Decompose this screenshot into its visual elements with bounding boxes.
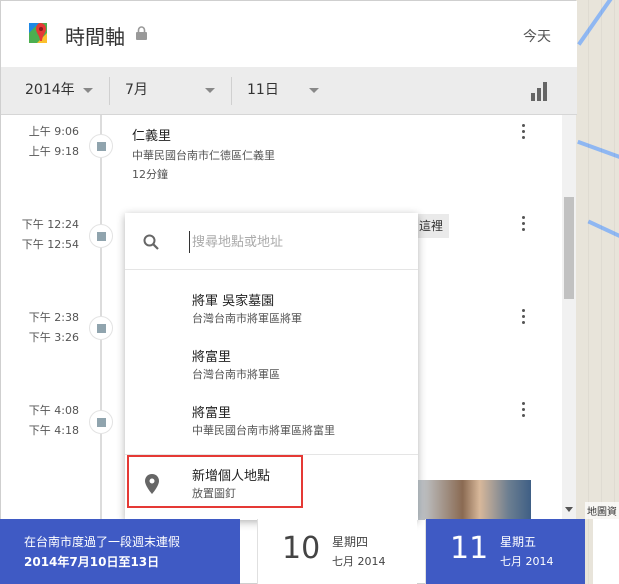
suggestion-title: 將軍 吳家墓園: [192, 294, 275, 309]
suggestion-address: 台灣台南市將軍區: [192, 368, 280, 381]
map-credit: 地圖資: [585, 502, 619, 519]
bar-chart-icon[interactable]: [531, 81, 551, 101]
entry-duration: 12分鐘: [132, 168, 168, 181]
day-month: 七月 2014: [500, 555, 554, 568]
place-node-icon: [89, 224, 113, 248]
chevron-down-icon: [83, 88, 93, 93]
search-input[interactable]: [189, 231, 399, 253]
day-card-selected[interactable]: 11 星期五 七月 2014: [425, 519, 585, 584]
entry-start-time: 下午 4:08: [28, 404, 79, 417]
month-value: 7月: [125, 82, 148, 98]
suggestion-item[interactable]: 將富里 台灣台南市將軍區: [125, 334, 418, 390]
search-row: [125, 213, 418, 270]
trip-description: 在台南市度過了一段週末連假: [24, 535, 181, 549]
scrollbar[interactable]: [562, 115, 576, 520]
place-node-icon: [89, 134, 113, 158]
lock-icon: [136, 26, 147, 40]
header: 時間軸 今天: [1, 1, 577, 67]
search-icon: [143, 234, 159, 250]
suggestion-address: 中華民國台南市將軍區將富里: [192, 424, 335, 437]
photo-thumbnail[interactable]: [417, 480, 531, 520]
entry-end-time: 下午 4:18: [28, 424, 79, 437]
more-options-icon[interactable]: [519, 309, 527, 327]
more-options-icon[interactable]: [519, 124, 527, 142]
today-button[interactable]: 今天: [523, 26, 551, 46]
map-pin-icon: [145, 474, 159, 494]
day-card[interactable]: 10 星期四 七月 2014: [257, 519, 417, 584]
suggestion-item[interactable]: 將軍 吳家墓園 台灣台南市將軍區將軍: [125, 278, 418, 334]
entry-start-time: 下午 12:24: [21, 218, 79, 231]
maps-logo-icon: [29, 23, 47, 43]
timeline-panel: 時間軸 今天 2014年 7月 11日 上午 9:06 上午 9:18 仁義里 …: [0, 0, 577, 584]
add-personal-place-button[interactable]: 新增個人地點 放置圖釘: [125, 455, 418, 513]
trip-summary-card[interactable]: 在台南市度過了一段週末連假 2014年7月10日至13日: [0, 519, 240, 584]
more-options-icon[interactable]: [519, 402, 527, 420]
trip-dates: 2014年7月10日至13日: [24, 555, 160, 569]
chevron-down-icon: [309, 88, 319, 93]
map-view[interactable]: 地圖資: [576, 0, 619, 584]
entry-start-time: 下午 2:38: [28, 311, 79, 324]
day-number: 10: [282, 531, 321, 566]
place-search-dropdown: 將軍 吳家墓園 台灣台南市將軍區將軍 將富里 台灣台南市將軍區 將富里 中華民國…: [125, 213, 418, 520]
place-node-icon: [89, 410, 113, 434]
add-place-title: 新增個人地點: [192, 469, 271, 484]
year-select[interactable]: 2014年: [25, 67, 103, 115]
day-card[interactable]: [593, 519, 619, 584]
date-bar: 2014年 7月 11日: [1, 67, 577, 115]
month-select[interactable]: 7月: [125, 67, 217, 115]
scroll-down-icon[interactable]: [565, 507, 573, 512]
entry-end-time: 下午 3:26: [28, 331, 79, 344]
entry-end-time: 上午 9:18: [28, 145, 79, 158]
suggestion-title: 將富里: [192, 350, 232, 365]
page-title: 時間軸: [65, 25, 125, 49]
suggestion-item[interactable]: 將富里 中華民國台南市將軍區將富里: [125, 390, 418, 446]
suggestion-title: 將富里: [192, 406, 232, 421]
add-place-subtitle: 放置圖釘: [192, 487, 236, 500]
entry-start-time: 上午 9:06: [28, 125, 79, 138]
more-options-icon[interactable]: [519, 216, 527, 234]
day-month: 七月 2014: [332, 555, 386, 568]
chevron-down-icon: [205, 88, 215, 93]
entry-address: 中華民國台南市仁德區仁義里: [132, 149, 275, 162]
place-chip[interactable]: 這裡: [413, 214, 450, 238]
year-value: 2014年: [25, 82, 75, 98]
day-weekday: 星期五: [500, 535, 537, 549]
place-node-icon: [89, 316, 113, 340]
entry-end-time: 下午 12:54: [21, 238, 79, 251]
day-select[interactable]: 11日: [247, 67, 323, 115]
day-number: 11: [450, 531, 489, 566]
entry-title[interactable]: 仁義里: [132, 125, 171, 144]
suggestion-address: 台灣台南市將軍區將軍: [192, 312, 302, 325]
scrollbar-thumb[interactable]: [564, 197, 574, 299]
day-weekday: 星期四: [332, 535, 369, 549]
day-value: 11日: [247, 82, 279, 98]
